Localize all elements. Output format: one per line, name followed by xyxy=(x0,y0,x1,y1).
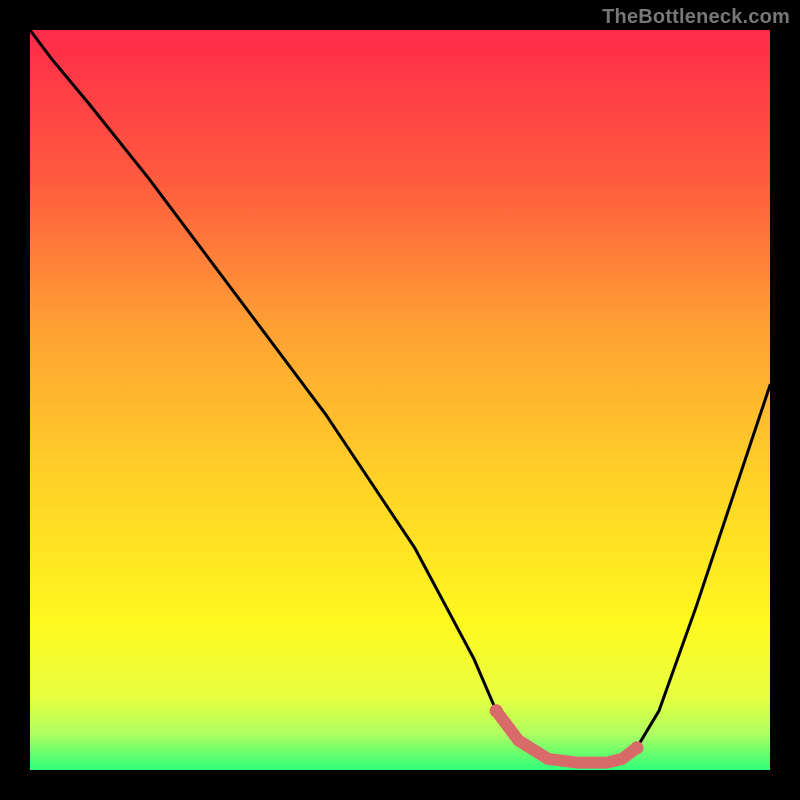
series-bottom-highlight xyxy=(496,711,637,763)
series-endpoint xyxy=(490,704,503,717)
watermark-text: TheBottleneck.com xyxy=(602,6,790,29)
series-bottleneck-curve xyxy=(30,30,770,763)
chart-canvas xyxy=(30,30,770,770)
plot-area xyxy=(30,30,770,770)
series-endpoint xyxy=(630,741,643,754)
app-root: TheBottleneck.com xyxy=(0,0,800,800)
